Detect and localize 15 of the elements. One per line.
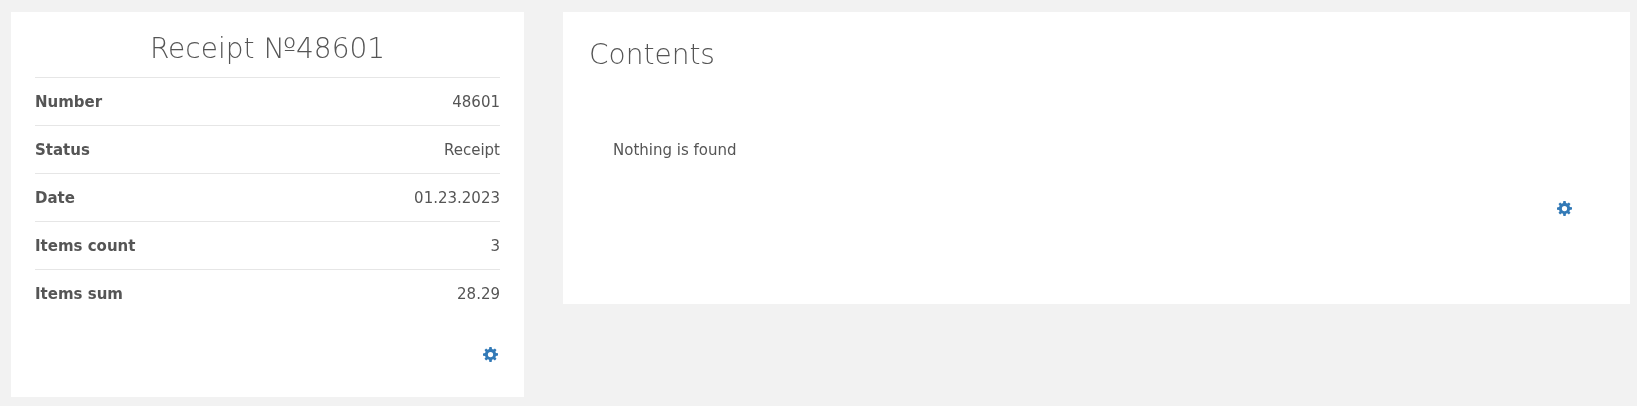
field-label: Number bbox=[35, 92, 103, 111]
settings-icon[interactable] bbox=[483, 347, 498, 362]
field-label: Status bbox=[35, 140, 90, 159]
contents-title: Contents bbox=[589, 38, 716, 71]
field-label: Date bbox=[35, 188, 75, 207]
field-value: Receipt bbox=[443, 140, 500, 159]
field-label: Items sum bbox=[35, 284, 123, 303]
field-value: 01.23.2023 bbox=[414, 188, 500, 207]
settings-icon[interactable] bbox=[1557, 201, 1572, 216]
empty-message: Nothing is found bbox=[613, 141, 738, 159]
field-value: 48601 bbox=[452, 92, 500, 111]
receipt-title: Receipt №48601 bbox=[35, 32, 500, 78]
field-value: 3 bbox=[490, 236, 500, 255]
field-value: 28.29 bbox=[457, 284, 500, 303]
field-label: Items count bbox=[35, 236, 136, 255]
